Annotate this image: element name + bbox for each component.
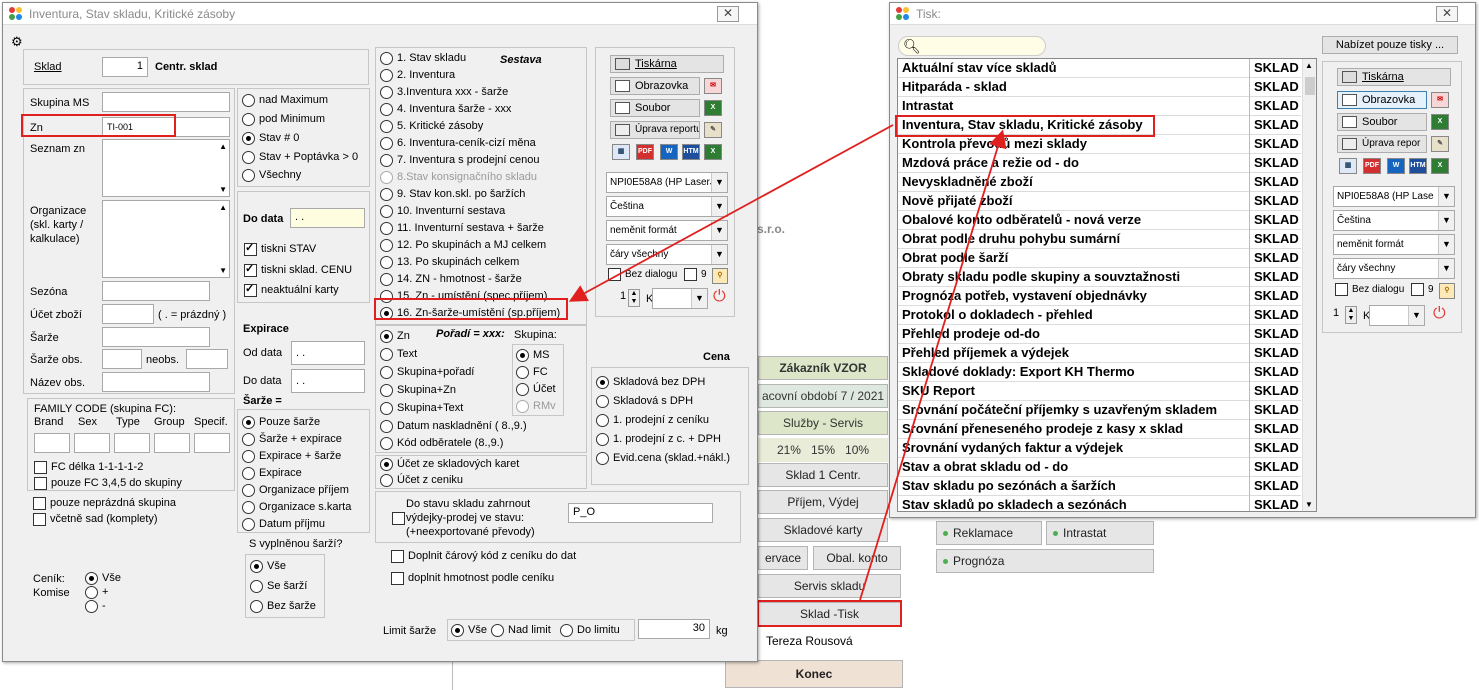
arrow-to-report <box>568 124 894 302</box>
annotation-arrows <box>568 124 1007 601</box>
arrow-from-sklad-tisk <box>859 129 1007 601</box>
